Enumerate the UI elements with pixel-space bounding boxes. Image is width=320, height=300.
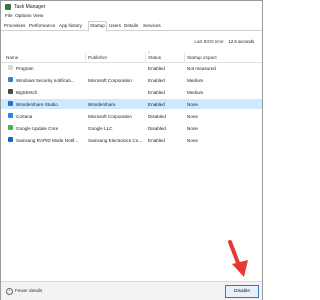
tab-startup[interactable]: Startup [88, 21, 107, 32]
samsung-icon [8, 137, 13, 142]
tab-users[interactable]: Users [108, 22, 122, 30]
startup-impact: None [187, 137, 198, 143]
status: Enabled [148, 101, 165, 107]
table-header: ^ Name Publisher Status Startup impact [1, 50, 262, 63]
startup-impact: None [187, 101, 198, 107]
tab-app-history[interactable]: App history [58, 22, 83, 30]
collapse-chevron-icon[interactable]: ^ [6, 288, 13, 295]
startup-impact: Medium [187, 77, 204, 83]
status: Enabled [148, 137, 165, 143]
table-row[interactable]: Program Enabled Not measured [1, 63, 262, 73]
google-update-icon [8, 125, 13, 130]
blank-app-icon [8, 65, 13, 70]
tab-processes[interactable]: Processes [3, 22, 26, 30]
column-name[interactable]: Name [6, 55, 18, 60]
column-startup-impact[interactable]: Startup impact [187, 55, 217, 60]
table-row[interactable]: Windows Security notificati... Microsoft … [1, 75, 262, 85]
task-manager-icon [5, 4, 11, 10]
cortana-icon [8, 113, 13, 118]
tab-performance[interactable]: Performance [28, 22, 56, 30]
startup-impact: None [187, 125, 198, 131]
column-status[interactable]: Status [148, 55, 161, 60]
tab-details[interactable]: Details [123, 22, 139, 30]
tab-bar: Processes Performance App history Startu… [1, 21, 262, 32]
table-row[interactable]: Cortana Microsoft Corporation Disabled None [1, 111, 262, 121]
bios-time: Last BIOS time: 12.5 seconds [194, 39, 254, 44]
startup-impact: None [187, 113, 198, 119]
status: Disabled [148, 125, 166, 131]
red-arrow-annotation [228, 240, 248, 277]
status: Enabled [148, 89, 165, 95]
arrow-head [232, 260, 248, 277]
bios-time-value: 12.5 seconds [228, 39, 254, 44]
app-name: BigStretch [16, 89, 38, 95]
menu-bar: File Options View [1, 13, 262, 22]
startup-impact: Not measured [187, 65, 216, 71]
column-divider[interactable] [85, 53, 86, 62]
table-row[interactable]: Google Update Core Google LLC Disabled None [1, 123, 262, 133]
menu-file[interactable]: File [5, 14, 13, 19]
publisher: Wondershare [88, 101, 116, 107]
app-name: Cortana [16, 113, 33, 119]
table-row[interactable]: Wondershare Studio Wondershare Enabled None [1, 99, 262, 109]
status: Disabled [148, 113, 166, 119]
status: Enabled [148, 65, 165, 71]
startup-impact: Medium [187, 89, 204, 95]
app-name: Windows Security notificati... [16, 77, 75, 83]
column-divider[interactable] [145, 53, 146, 62]
publisher: Samsung Electronics Co... [88, 137, 143, 143]
app-name: Google Update Core [16, 125, 59, 131]
publisher: Microsoft Corporation [88, 77, 132, 83]
column-divider[interactable] [184, 53, 185, 62]
app-name: Wondershare Studio [16, 101, 58, 107]
menu-view[interactable]: View [33, 14, 43, 19]
publisher: Google LLC [88, 125, 113, 131]
tab-services[interactable]: Services [142, 22, 162, 30]
shield-icon [8, 77, 13, 82]
title-bar: Task Manager [1, 1, 262, 13]
app-name: Samsung RAPID Mode Notif... [16, 137, 79, 143]
table-row[interactable]: Samsung RAPID Mode Notif... Samsung Elect… [1, 135, 262, 145]
window-title: Task Manager [14, 4, 46, 10]
status: Enabled [148, 77, 165, 83]
fewer-details-link[interactable]: Fewer details [15, 288, 42, 293]
bios-time-label: Last BIOS time: [194, 39, 225, 44]
disable-button[interactable]: Disable [225, 285, 259, 298]
publisher: Microsoft Corporation [88, 113, 132, 119]
table-row[interactable]: BigStretch Enabled Medium [1, 87, 262, 97]
app-name: Program [16, 65, 34, 71]
bigstretch-icon [8, 89, 13, 94]
column-publisher[interactable]: Publisher [88, 55, 107, 60]
footer-bar: ^ Fewer details Disable [1, 281, 262, 300]
menu-options[interactable]: Options [15, 14, 32, 19]
wondershare-icon [8, 101, 13, 106]
